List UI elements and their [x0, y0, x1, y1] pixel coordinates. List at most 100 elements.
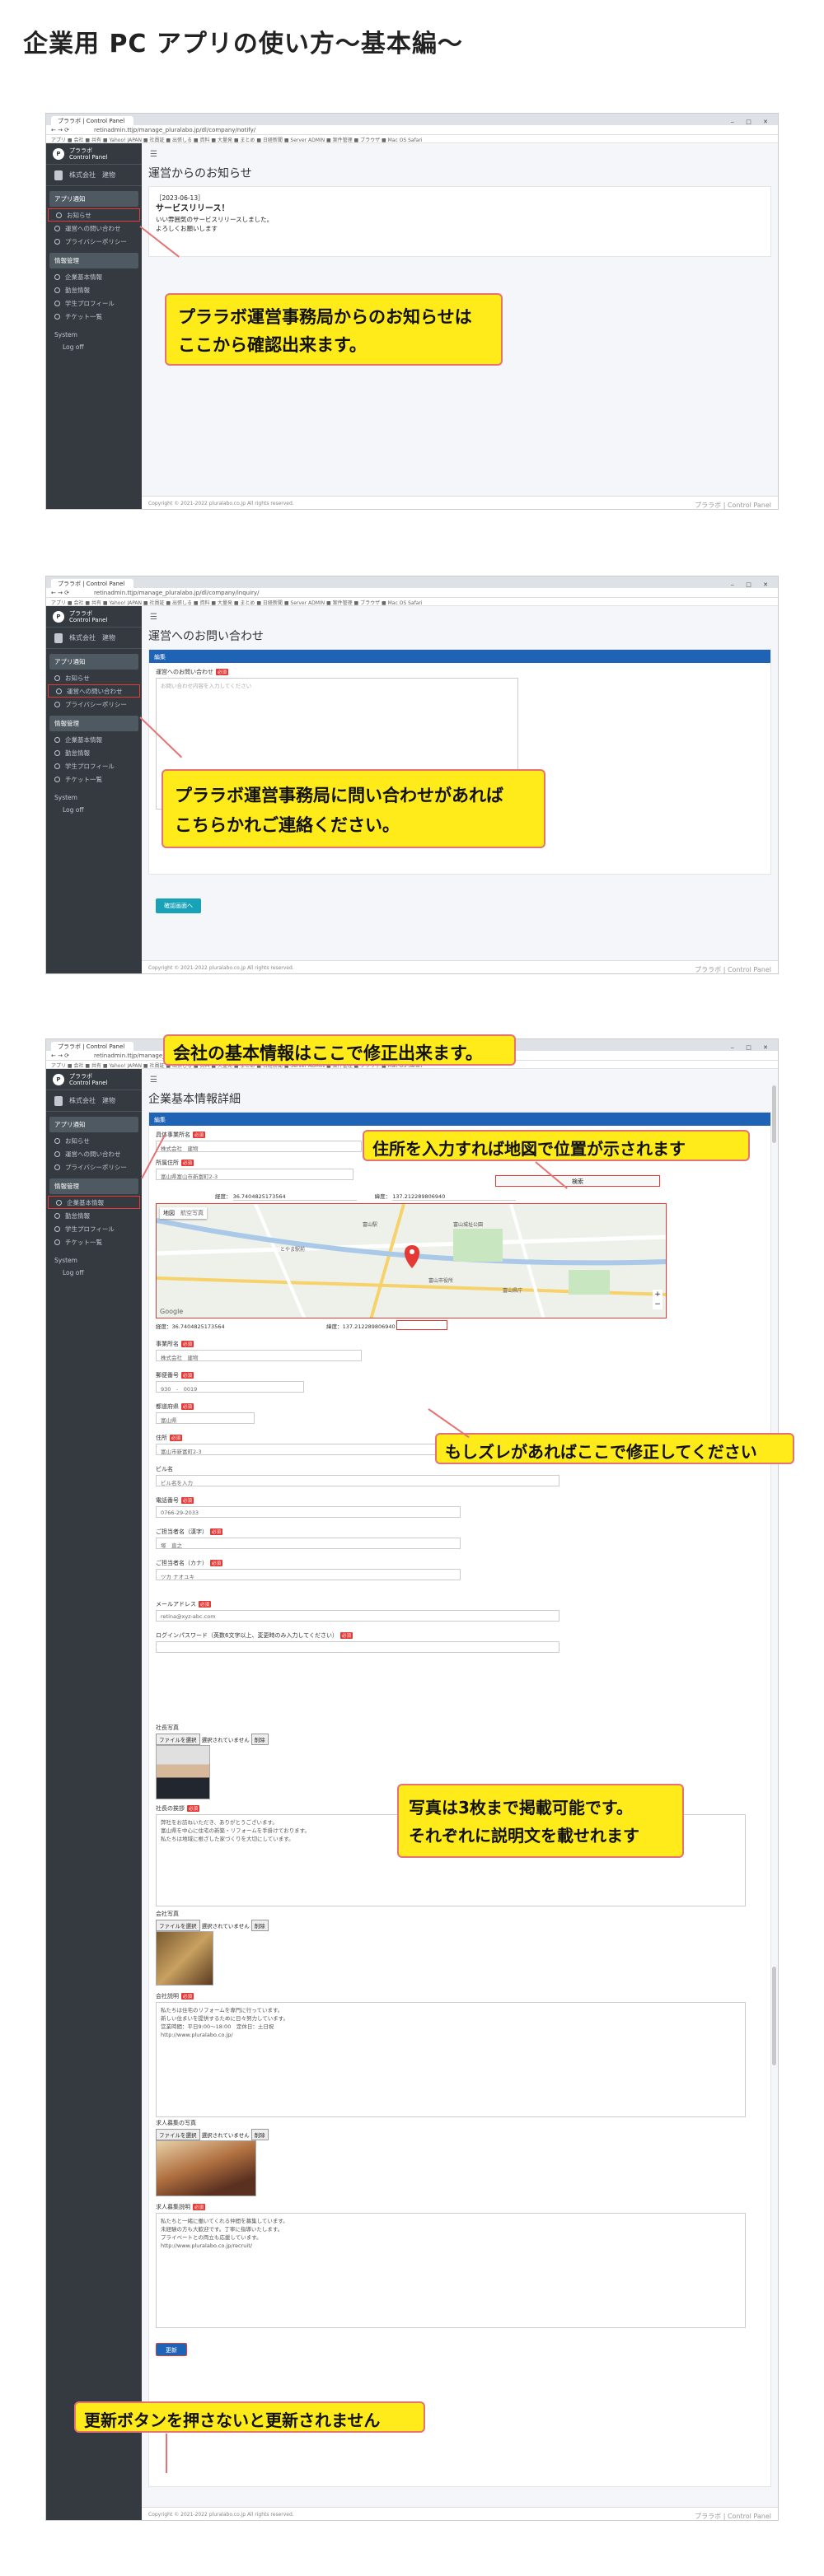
delete-button[interactable]: 削除	[250, 1734, 269, 1745]
form-field-input[interactable]: 塚 直之	[156, 1538, 461, 1549]
field-label-text: 所属住所	[156, 1160, 179, 1166]
sidebar-item-attendance[interactable]: 勤怠情報	[46, 1209, 142, 1222]
sidebar-item-inquiry[interactable]: 運営への問い合わせ	[46, 222, 142, 235]
photo2-field: 会社写真 ファイルを選択 選択されていません 削除	[156, 1910, 746, 1931]
sidebar-item-inquiry[interactable]: 運営への問い合わせ	[48, 684, 140, 698]
sidebar-item-company[interactable]: 企業基本情報	[46, 270, 142, 283]
sidebar-item-inquiry[interactable]: 運営への問い合わせ	[46, 1147, 142, 1160]
window-controls[interactable]: ‒ □ ✕	[731, 581, 778, 588]
sidebar-item-tickets[interactable]: チケット一覧	[46, 310, 142, 323]
company-name-input[interactable]: 株式会社 建物	[156, 1141, 362, 1152]
form-field-label: ログインパスワード（英数6文字以上、変更時のみ入力してください） 必須	[156, 1631, 746, 1640]
browser-tab[interactable]: プララボ | Control Panel	[51, 579, 133, 588]
sidebar-item-notices[interactable]: お知らせ	[46, 671, 142, 684]
sidebar-item-notices[interactable]: お知らせ	[46, 1134, 142, 1147]
hamburger-icon[interactable]: ☰	[150, 1076, 157, 1085]
logoff-link[interactable]: Log off	[46, 1266, 142, 1280]
address-bar[interactable]: ← → ⟳ retinadmin.ttjp/manage_pluralabo.j…	[46, 588, 778, 598]
lng-value[interactable]: 137.212289806940	[392, 1193, 517, 1201]
sidebar-item-company[interactable]: 企業基本情報	[48, 1196, 140, 1209]
brand[interactable]: P プララボ Control Panel	[46, 143, 142, 165]
field-label-text: ご担当者名（カナ）	[156, 1560, 208, 1566]
file-select-button[interactable]: ファイルを選択	[156, 2129, 200, 2140]
url-text: retinadmin.ttjp/manage_pluralabo.jp/dl/c…	[94, 126, 256, 133]
field-label-text: 郵便番号	[156, 1372, 179, 1379]
required-badge: 必須	[170, 1435, 183, 1441]
form-field-input[interactable]: 株式会社 建物	[156, 1350, 362, 1361]
desc3-textarea[interactable]: 私たちと一緒に働いてくれる仲間を募集しています。 未経験の方も大歓迎です。丁寧に…	[156, 2213, 746, 2328]
sidebar-item-company[interactable]: 企業基本情報	[46, 733, 142, 746]
sidebar-item-attendance[interactable]: 勤怠情報	[46, 283, 142, 296]
sidebar-item-privacy[interactable]: プライバシーポリシー	[46, 698, 142, 711]
circle-icon	[54, 776, 60, 782]
form-field-input[interactable]: retina@xyz-abc.com	[156, 1610, 559, 1622]
map-tab-map[interactable]: 地図	[163, 1210, 175, 1216]
brand[interactable]: P プララボ Control Panel	[46, 606, 142, 628]
required-badge: 必須	[210, 1528, 223, 1535]
sidebar-item-students[interactable]: 学生プロフィール	[46, 1222, 142, 1235]
hamburger-icon[interactable]: ☰	[150, 150, 157, 159]
field-label-text: メールアドレス	[156, 1601, 196, 1608]
sidebar-item-students[interactable]: 学生プロフィール	[46, 759, 142, 772]
window-controls[interactable]: ‒ □ ✕	[731, 119, 778, 125]
sidebar-item-tickets[interactable]: チケット一覧	[46, 1235, 142, 1248]
field-label-text: ご担当者名（漢字）	[156, 1528, 208, 1535]
window-controls[interactable]: ‒ □ ✕	[731, 1044, 778, 1051]
sidebar-item-privacy[interactable]: プライバシーポリシー	[46, 235, 142, 248]
required-badge: 必須	[181, 1403, 194, 1410]
zoom-controls[interactable]: + −	[653, 1290, 662, 1309]
lat-label: 経度：	[215, 1193, 232, 1200]
sidebar-item-label: 学生プロフィール	[65, 762, 115, 770]
brand-name: プララボ	[69, 609, 92, 617]
sidebar-item-label: 学生プロフィール	[65, 299, 115, 307]
bookmarks-bar[interactable]: アプリ ■ 会社 ■ 共有 ■ Yahoo! JAPAN ■ 社員証 ■ 出張し…	[46, 598, 778, 606]
form-field-input[interactable]: 富山県	[156, 1412, 255, 1424]
nav-section-info[interactable]: 情報管理	[49, 1178, 138, 1194]
form-field-input[interactable]: ツカ ナオユキ	[156, 1569, 461, 1580]
desc2-textarea[interactable]: 私たちは住宅のリフォームを専門に行っています。 新しい住まいを提供するために日々…	[156, 2002, 746, 2117]
delete-button[interactable]: 削除	[250, 2129, 269, 2140]
address-input[interactable]: 富山県富山市新富町2-3	[156, 1169, 353, 1180]
photo2-label: 会社写真	[156, 1911, 179, 1917]
sidebar-item-students[interactable]: 学生プロフィール	[46, 296, 142, 310]
circle-icon	[54, 749, 60, 756]
hamburger-icon[interactable]: ☰	[150, 613, 157, 622]
sidebar-item-tickets[interactable]: チケット一覧	[46, 772, 142, 786]
sidebar-item-notices[interactable]: お知らせ	[48, 208, 140, 222]
browser-tab[interactable]: プララボ | Control Panel	[51, 1042, 133, 1051]
logoff-link[interactable]: Log off	[46, 340, 142, 354]
sidebar-item-privacy[interactable]: プライバシーポリシー	[46, 1160, 142, 1174]
page-title: 企業用 PC アプリの使い方～基本編～	[23, 30, 463, 58]
nav-section-info[interactable]: 情報管理	[49, 253, 138, 268]
logoff-link[interactable]: Log off	[46, 803, 142, 817]
form-field-label: ご担当者名（漢字） 必須	[156, 1528, 746, 1536]
form-field-input[interactable]: ビル名を入力	[156, 1475, 559, 1486]
file-status: 選択されていません	[201, 1923, 250, 1930]
scrollbar-lower[interactable]	[772, 1967, 776, 2065]
scrollbar[interactable]	[772, 1085, 776, 1143]
nav-section-app[interactable]: アプリ通知	[49, 191, 138, 207]
delete-button[interactable]: 削除	[250, 1920, 269, 1931]
bookmarks-bar[interactable]: アプリ ■ 会社 ■ 共有 ■ Yahoo! JAPAN ■ 社員証 ■ 出張し…	[46, 135, 778, 143]
search-button[interactable]: 検索	[495, 1175, 660, 1187]
location-map[interactable]: 地図 航空写真 富山駅 富山市役所 富山城址公園 とやま駅前 富山県庁 Goog…	[156, 1203, 667, 1318]
form-field-label: メールアドレス 必須	[156, 1600, 746, 1608]
nav-section-app[interactable]: アプリ通知	[49, 1117, 138, 1132]
map-tab-satellite[interactable]: 航空写真	[180, 1210, 204, 1216]
form-field-input[interactable]: 930 - 0019	[156, 1381, 304, 1393]
address-bar[interactable]: ← → ⟳ retinadmin.ttjp/manage_pluralabo.j…	[46, 125, 778, 135]
brand[interactable]: P プララボ Control Panel	[46, 1069, 142, 1090]
sidebar-item-attendance[interactable]: 勤怠情報	[46, 746, 142, 759]
nav-section-info[interactable]: 情報管理	[49, 716, 138, 731]
update-button[interactable]: 更新	[156, 2343, 187, 2356]
nav-section-app[interactable]: アプリ通知	[49, 654, 138, 670]
file-select-button[interactable]: ファイルを選択	[156, 1734, 200, 1745]
user-icon	[54, 632, 63, 643]
form-field-input[interactable]	[156, 1641, 559, 1653]
lat-value[interactable]: 36.7404825173564	[232, 1193, 357, 1201]
browser-tab[interactable]: プララボ | Control Panel	[51, 116, 133, 125]
confirm-button[interactable]: 確認画面へ	[156, 898, 201, 913]
form-field-input[interactable]: 0766-29-2033	[156, 1506, 461, 1518]
form-fields: 事業所名 必須 株式会社 建物 郵便番号 必須 930 - 0019 都道府県 必須 富山県 住所…	[156, 1340, 746, 1663]
file-select-button[interactable]: ファイルを選択	[156, 1920, 200, 1931]
